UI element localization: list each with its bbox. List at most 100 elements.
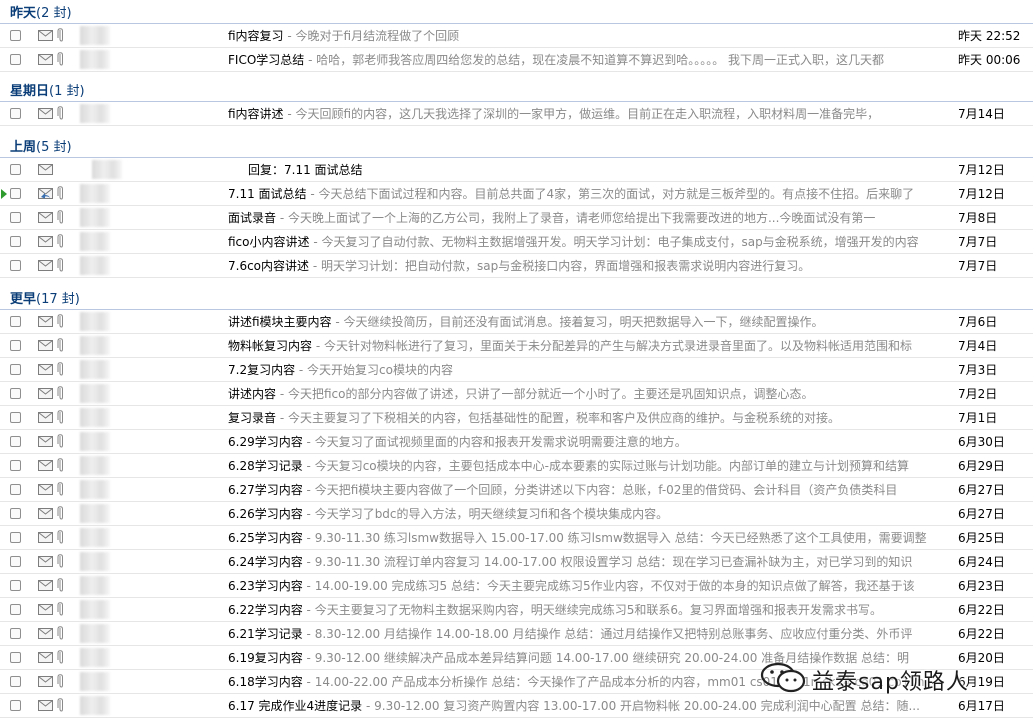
group-header[interactable]: 上周(5 封): [0, 134, 1033, 158]
mail-subject-line[interactable]: 讲述fi模块主要内容 - 今天继续投简历，目前还没有面试消息。接着复习，明天把数…: [228, 314, 943, 330]
row-checkbox[interactable]: [10, 188, 21, 199]
group-header[interactable]: 更早(17 封): [0, 286, 1033, 310]
row-checkbox[interactable]: [10, 164, 21, 175]
row-checkbox[interactable]: [10, 316, 21, 327]
mail-row[interactable]: 6.23学习内容 - 14.00-19.00 完成练习5 总结：今天主要完成练习…: [0, 574, 1033, 598]
row-checkbox[interactable]: [10, 260, 21, 271]
row-checkbox[interactable]: [10, 508, 21, 519]
mail-date: 昨天 22:52: [958, 29, 1021, 43]
row-checkbox[interactable]: [10, 604, 21, 615]
mail-date: 6月17日: [958, 699, 1005, 713]
mail-subject: 6.29学习内容: [228, 435, 303, 449]
mail-row[interactable]: 6.27学习内容 - 今天把fi模块主要内容做了一个回顾，分类讲述以下内容：总账…: [0, 478, 1033, 502]
mail-subject-line[interactable]: 复习录音 - 今天主要复习了下税相关的内容，包括基础性的配置，税率和客户及供应商…: [228, 410, 943, 426]
mail-row[interactable]: 6.28学习记录 - 今天复习co模块的内容，主要包括成本中心-成本要素的实际过…: [0, 454, 1033, 478]
mail-subject-line[interactable]: 6.28学习记录 - 今天复习co模块的内容，主要包括成本中心-成本要素的实际过…: [228, 458, 943, 474]
mail-subject-line[interactable]: 面试录音 - 今天晚上面试了一个上海的乙方公司，我附上了录音，请老师您给提出下我…: [228, 210, 943, 226]
attachment-icon: [57, 234, 63, 248]
row-checkbox[interactable]: [10, 580, 21, 591]
mail-subject-line[interactable]: fi内容复习 - 今晚对于fi月结流程做了个回顾: [228, 28, 943, 44]
mail-subject-line[interactable]: 讲述内容 - 今天把fico的部分内容做了讲述，只讲了一部分就近一个小时了。主要…: [228, 386, 943, 402]
mail-row[interactable]: 回复：7.11 面试总结 7月12日: [0, 158, 1033, 182]
group-count-link[interactable]: (17 封): [36, 292, 80, 307]
group-header[interactable]: 昨天(2 封): [0, 0, 1033, 24]
sender-blurred: [80, 672, 110, 691]
mail-row[interactable]: 讲述内容 - 今天把fico的部分内容做了讲述，只讲了一部分就近一个小时了。主要…: [0, 382, 1033, 406]
mail-subject-line[interactable]: 6.21学习记录 - 8.30-12.00 月结操作 14.00-18.00 月…: [228, 626, 943, 642]
mail-subject-line[interactable]: 7.2复习内容 - 今天开始复习co模块的内容: [228, 362, 943, 378]
group-count-link[interactable]: (2 封): [36, 6, 72, 21]
row-checkbox[interactable]: [10, 30, 21, 41]
group-count-link[interactable]: (5 封): [36, 140, 72, 155]
mail-subject-line[interactable]: fi内容讲述 - 今天回顾fi的内容，这几天我选择了深圳的一家甲方，做运维。目前…: [228, 106, 943, 122]
row-checkbox[interactable]: [10, 340, 21, 351]
row-checkbox[interactable]: [10, 54, 21, 65]
row-checkbox[interactable]: [10, 532, 21, 543]
mail-row[interactable]: 6.25学习内容 - 9.30-11.30 练习lsmw数据导入 15.00-1…: [0, 526, 1033, 550]
mail-subject-line[interactable]: 6.24学习内容 - 9.30-11.30 流程订单内容复习 14.00-17.…: [228, 554, 943, 570]
mail-subject-line[interactable]: 6.29学习内容 - 今天复习了面试视频里面的内容和报表开发需求说明需要注意的地…: [228, 434, 943, 450]
mail-envelope-icon: [38, 628, 53, 639]
mail-subject-line[interactable]: 6.23学习内容 - 14.00-19.00 完成练习5 总结：今天主要完成练习…: [228, 578, 943, 594]
mail-row[interactable]: fi内容复习 - 今晚对于fi月结流程做了个回顾 昨天 22:52: [0, 24, 1033, 48]
mail-subject-line[interactable]: 回复：7.11 面试总结: [228, 162, 963, 178]
mail-subject: 6.23学习内容: [228, 579, 303, 593]
row-checkbox[interactable]: [10, 236, 21, 247]
mail-subject-line[interactable]: 7.6co内容讲述 - 明天学习计划：把自动付款，sap与金税接口内容，界面增强…: [228, 258, 943, 274]
mail-subject-line[interactable]: 6.27学习内容 - 今天把fi模块主要内容做了一个回顾，分类讲述以下内容：总账…: [228, 482, 943, 498]
row-checkbox[interactable]: [10, 628, 21, 639]
mail-row[interactable]: 复习录音 - 今天主要复习了下税相关的内容，包括基础性的配置，税率和客户及供应商…: [0, 406, 1033, 430]
row-checkbox[interactable]: [10, 460, 21, 471]
mail-subject-line[interactable]: 6.26学习内容 - 今天学习了bdc的导入方法，明天继续复习fi和各个模块集成…: [228, 506, 943, 522]
mail-subject-line[interactable]: fico小内容讲述 - 今天复习了自动付款、无物料主数据增强开发。明天学习计划：…: [228, 234, 943, 250]
attachment-icon: [57, 650, 63, 664]
row-checkbox[interactable]: [10, 412, 21, 423]
mail-row[interactable]: FICO学习总结 - 哈哈，郭老师我答应周四给您发的总结，现在凌晨不知道算不算迟…: [0, 48, 1033, 72]
mail-row[interactable]: fico小内容讲述 - 今天复习了自动付款、无物料主数据增强开发。明天学习计划：…: [0, 230, 1033, 254]
mail-row[interactable]: 讲述fi模块主要内容 - 今天继续投简历，目前还没有面试消息。接着复习，明天把数…: [0, 310, 1033, 334]
row-checkbox[interactable]: [10, 364, 21, 375]
mail-row[interactable]: 6.22学习内容 - 今天主要复习了无物料主数据采购内容，明天继续完成练习5和联…: [0, 598, 1033, 622]
group-header[interactable]: 星期日(1 封): [0, 78, 1033, 102]
row-checkbox[interactable]: [10, 484, 21, 495]
row-checkbox[interactable]: [10, 676, 21, 687]
mail-subject: 6.27学习内容: [228, 483, 303, 497]
mail-subject-line[interactable]: 6.22学习内容 - 今天主要复习了无物料主数据采购内容，明天继续完成练习5和联…: [228, 602, 943, 618]
group-count-link[interactable]: (1 封): [49, 84, 85, 99]
mail-row[interactable]: fi内容讲述 - 今天回顾fi的内容，这几天我选择了深圳的一家甲方，做运维。目前…: [0, 102, 1033, 126]
mail-subject-line[interactable]: 物料帐复习内容 - 今天针对物料帐进行了复习，里面关于未分配差异的产生与解决方式…: [228, 338, 943, 354]
sender-blurred: [80, 576, 110, 595]
row-checkbox[interactable]: [10, 212, 21, 223]
mail-date: 7月3日: [958, 363, 998, 377]
mail-row[interactable]: 面试录音 - 今天晚上面试了一个上海的乙方公司，我附上了录音，请老师您给提出下我…: [0, 206, 1033, 230]
attachment-icon: [57, 554, 63, 568]
mail-row[interactable]: 7.6co内容讲述 - 明天学习计划：把自动付款，sap与金税接口内容，界面增强…: [0, 254, 1033, 278]
attachment-icon: [57, 698, 63, 712]
mail-subject: 6.22学习内容: [228, 603, 303, 617]
mail-row[interactable]: 6.26学习内容 - 今天学习了bdc的导入方法，明天继续复习fi和各个模块集成…: [0, 502, 1033, 526]
mail-row[interactable]: 6.24学习内容 - 9.30-11.30 流程订单内容复习 14.00-17.…: [0, 550, 1033, 574]
mail-row[interactable]: 6.17 完成作业4进度记录 - 9.30-12.00 复习资产购置内容 13.…: [0, 694, 1033, 718]
mail-subject-line[interactable]: FICO学习总结 - 哈哈，郭老师我答应周四给您发的总结，现在凌晨不知道算不算迟…: [228, 52, 943, 68]
mail-subject-line[interactable]: 6.17 完成作业4进度记录 - 9.30-12.00 复习资产购置内容 13.…: [228, 698, 943, 714]
row-checkbox[interactable]: [10, 556, 21, 567]
mail-envelope-icon: [38, 388, 53, 399]
mail-snippet: - 今天复习了自动付款、无物料主数据增强开发。明天学习计划：电子集成支付，sap…: [309, 235, 919, 249]
row-checkbox[interactable]: [10, 388, 21, 399]
mail-snippet: - 9.30-12.00 复习资产购置内容 13.00-17.00 开启物料帐 …: [362, 699, 920, 713]
mail-date: 7月2日: [958, 387, 998, 401]
sender-blurred: [80, 104, 110, 123]
mail-subject-line[interactable]: 7.11 面试总结 - 今天总结下面试过程和内容。目前总共面了4家，第三次的面试…: [228, 186, 943, 202]
mail-row[interactable]: 6.29学习内容 - 今天复习了面试视频里面的内容和报表开发需求说明需要注意的地…: [0, 430, 1033, 454]
row-checkbox[interactable]: [10, 652, 21, 663]
mail-subject-line[interactable]: 6.25学习内容 - 9.30-11.30 练习lsmw数据导入 15.00-1…: [228, 530, 943, 546]
attachment-icon: [57, 106, 63, 120]
row-checkbox[interactable]: [10, 108, 21, 119]
mail-row[interactable]: 物料帐复习内容 - 今天针对物料帐进行了复习，里面关于未分配差异的产生与解决方式…: [0, 334, 1033, 358]
mail-row[interactable]: 7.11 面试总结 - 今天总结下面试过程和内容。目前总共面了4家，第三次的面试…: [0, 182, 1033, 206]
mail-row[interactable]: 6.21学习记录 - 8.30-12.00 月结操作 14.00-18.00 月…: [0, 622, 1033, 646]
mail-row[interactable]: 7.2复习内容 - 今天开始复习co模块的内容 7月3日: [0, 358, 1033, 382]
row-checkbox[interactable]: [10, 436, 21, 447]
sender-blurred: [80, 256, 110, 275]
row-checkbox[interactable]: [10, 700, 21, 711]
